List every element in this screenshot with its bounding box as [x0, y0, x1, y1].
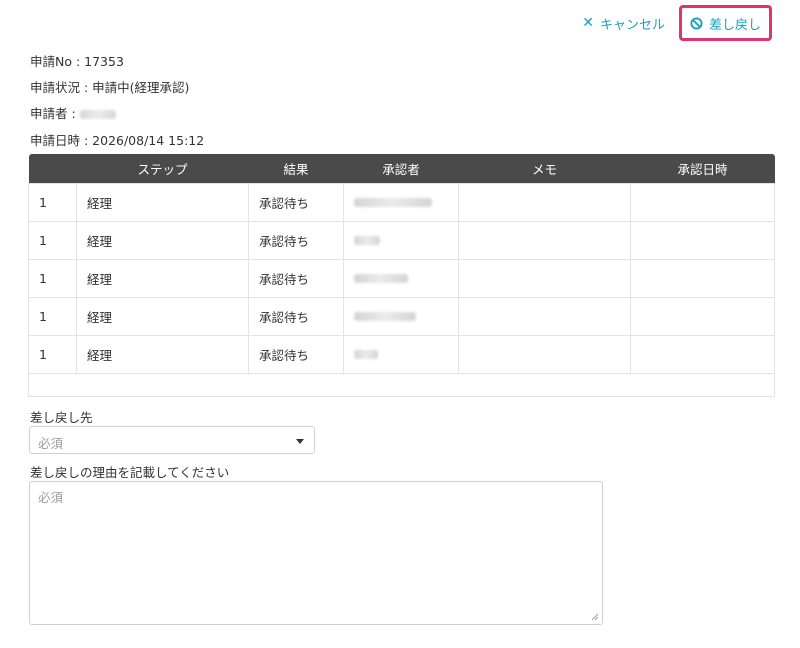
table-row: 1 経理 承認待ち	[28, 297, 775, 336]
cell-approved-at	[630, 221, 775, 260]
cell-department: 経理	[76, 183, 249, 222]
header-approved-at: 承認日時	[630, 154, 775, 184]
cell-step: 1	[28, 221, 77, 260]
cell-department: 経理	[76, 335, 249, 374]
cell-result: 承認待ち	[248, 183, 344, 222]
request-datetime: 申請日時 : 2026/08/14 15:12	[30, 133, 205, 148]
table-row: 1 経理 承認待ち	[28, 221, 775, 260]
cell-memo	[458, 183, 631, 222]
cell-approver	[343, 297, 459, 336]
approver-redacted	[354, 312, 416, 321]
cell-result: 承認待ち	[248, 297, 344, 336]
close-icon: ✕	[582, 15, 594, 31]
approver-redacted	[354, 236, 380, 245]
cell-memo	[458, 335, 631, 374]
cell-approved-at	[630, 259, 775, 298]
cell-approver	[343, 335, 459, 374]
cell-result: 承認待ち	[248, 259, 344, 298]
send-back-button[interactable]: 差し戻し	[678, 5, 772, 41]
table-row: 1 経理 承認待ち	[28, 335, 775, 374]
reason-label: 差し戻しの理由を記載してください	[30, 465, 230, 480]
cell-result: 承認待ち	[248, 335, 344, 374]
send-back-target-label: 差し戻し先	[30, 410, 93, 425]
cell-result: 承認待ち	[248, 221, 344, 260]
cell-department: 経理	[76, 297, 249, 336]
applicant-name-redacted	[79, 110, 116, 119]
cell-memo	[458, 297, 631, 336]
send-back-target-select[interactable]: 必須	[29, 426, 315, 454]
approver-redacted	[354, 350, 378, 359]
cell-step: 1	[28, 297, 77, 336]
cancel-button[interactable]: ✕ キャンセル	[574, 14, 673, 33]
empty-cell	[28, 373, 775, 397]
cell-memo	[458, 259, 631, 298]
top-toolbar: ✕ キャンセル 差し戻し	[574, 5, 772, 41]
cell-department: 経理	[76, 259, 249, 298]
table-row: 1 経理 承認待ち	[28, 183, 775, 222]
cancel-label: キャンセル	[599, 17, 665, 33]
request-status: 申請状況 : 申請中(経理承認)	[30, 80, 190, 95]
send-back-label: 差し戻し	[708, 17, 761, 33]
cell-memo	[458, 221, 631, 260]
applicant: 申請者 :	[30, 103, 116, 122]
cell-approved-at	[630, 297, 775, 336]
approver-redacted	[354, 198, 432, 207]
cell-department: 経理	[76, 221, 249, 260]
cell-step: 1	[28, 335, 77, 374]
header-index	[28, 154, 77, 184]
cell-approved-at	[630, 183, 775, 222]
approver-redacted	[354, 274, 408, 283]
approval-table: ステップ 結果 承認者 メモ 承認日時 1 経理 承認待ち 1 経理 承認待ち	[28, 154, 775, 397]
header-approver: 承認者	[343, 154, 459, 184]
ban-icon	[690, 16, 703, 30]
cell-approver	[343, 183, 459, 222]
cell-step: 1	[28, 183, 77, 222]
textarea-placeholder: 必須	[38, 490, 64, 505]
table-empty-row	[28, 373, 775, 397]
header-memo: メモ	[458, 154, 631, 184]
cell-approver	[343, 221, 459, 260]
cell-step: 1	[28, 259, 77, 298]
resize-handle-icon[interactable]	[591, 613, 599, 621]
table-row: 1 経理 承認待ち	[28, 259, 775, 298]
applicant-label: 申請者 :	[30, 106, 76, 121]
reason-textarea[interactable]: 必須	[29, 481, 603, 625]
select-placeholder: 必須	[38, 436, 64, 451]
request-number: 申請No : 17353	[30, 54, 124, 69]
table-header-row: ステップ 結果 承認者 メモ 承認日時	[28, 154, 775, 184]
caret-down-icon	[296, 439, 304, 444]
cell-approved-at	[630, 335, 775, 374]
header-step: ステップ	[76, 154, 249, 184]
cell-approver	[343, 259, 459, 298]
header-result: 結果	[248, 154, 344, 184]
